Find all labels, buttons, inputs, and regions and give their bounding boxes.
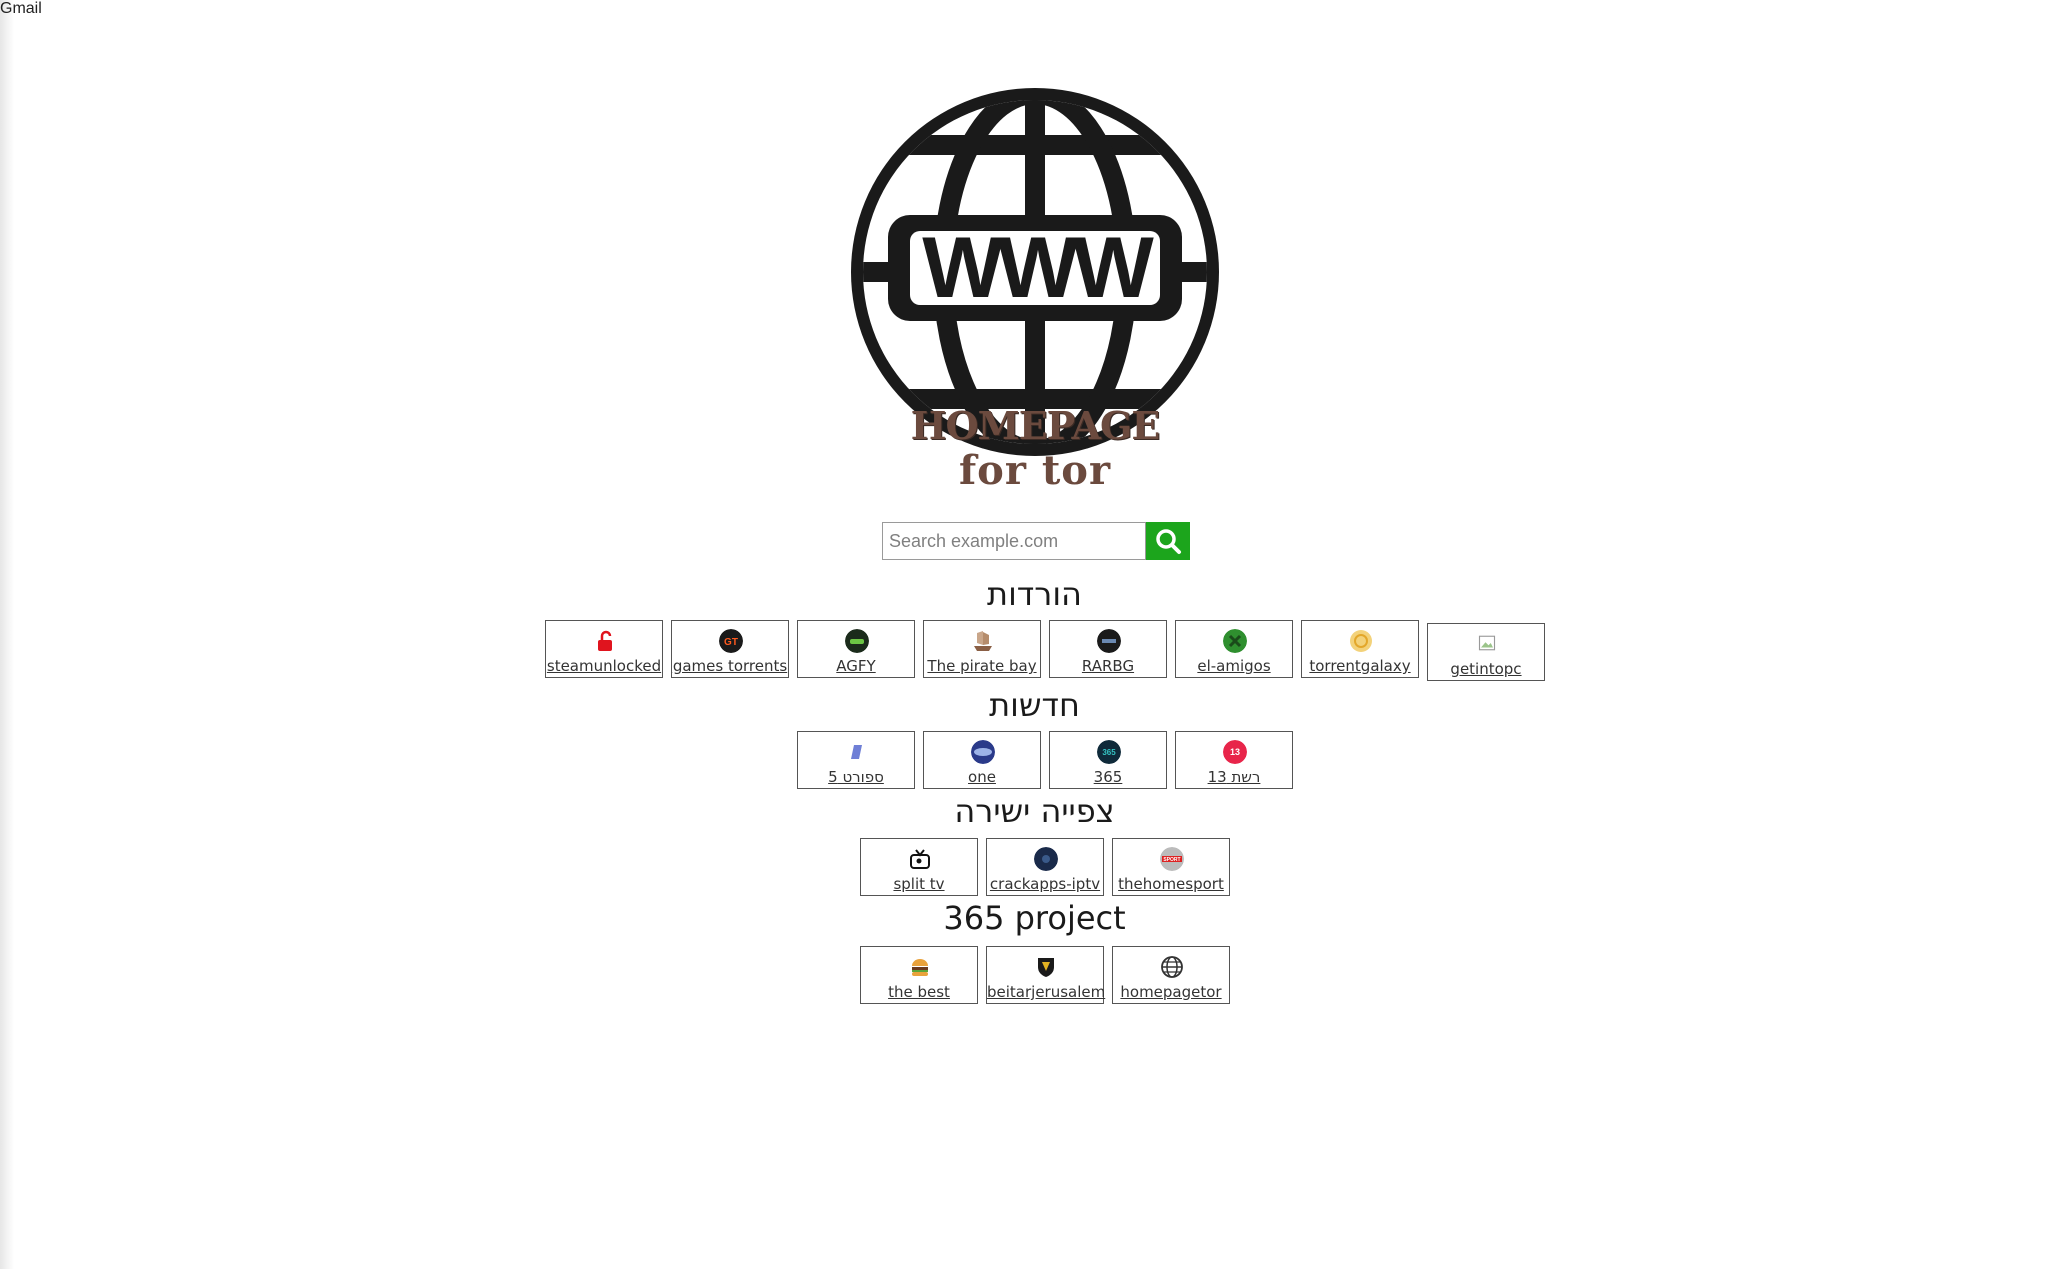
- gmail-link[interactable]: Gmail: [0, 0, 42, 18]
- beitar-shield-icon: [1038, 958, 1054, 977]
- link-tile-steamunlocked[interactable]: steamunlocked: [545, 620, 663, 678]
- search-bar: [882, 522, 1190, 560]
- tile-label: homepagetor: [1120, 983, 1222, 1001]
- tile-label: The pirate bay: [927, 657, 1037, 675]
- section-title-downloads: הורדות: [987, 575, 1082, 613]
- sport-logo-icon: SPORT: [1160, 847, 1184, 871]
- tile-label: getintopc: [1450, 660, 1522, 678]
- link-tile-the-best[interactable]: the best: [860, 946, 978, 1004]
- link-tile-reshet13[interactable]: 13 רשת 13: [1175, 731, 1293, 789]
- tile-label: games torrents: [672, 657, 788, 675]
- tv-icon: [910, 849, 930, 869]
- link-tile-homepagetor[interactable]: homepagetor: [1112, 946, 1230, 1004]
- section-title-365-project: 365 project: [943, 899, 1126, 937]
- tile-label: thehomesport: [1118, 875, 1224, 893]
- link-tile-el-amigos[interactable]: el-amigos: [1175, 620, 1293, 678]
- globe-www-text: WWW: [922, 220, 1154, 316]
- link-tile-split-tv[interactable]: split tv: [860, 838, 978, 896]
- agfy-logo-icon: [845, 629, 869, 653]
- logo-subtitle: for tor: [958, 447, 1112, 494]
- gt-logo-icon: GT: [719, 629, 743, 653]
- link-tile-crackapps-iptv[interactable]: crackapps-iptv: [986, 838, 1104, 896]
- globe-icon: [1161, 956, 1183, 978]
- search-button[interactable]: [1146, 522, 1190, 560]
- tile-label: el-amigos: [1197, 657, 1271, 675]
- svg-text:GT: GT: [724, 637, 738, 648]
- tile-label: ספורט 5: [828, 768, 884, 786]
- link-tile-torrentgalaxy[interactable]: torrentgalaxy: [1301, 620, 1419, 678]
- tile-label: RARBG: [1081, 657, 1135, 675]
- tile-label: steamunlocked: [546, 657, 662, 675]
- tile-label: the best: [888, 983, 950, 1001]
- tile-label: beitarjerusalem: [987, 983, 1106, 1001]
- link-tile-one[interactable]: one: [923, 731, 1041, 789]
- link-tile-365[interactable]: 365 365: [1049, 731, 1167, 789]
- crackapps-logo-icon: [1034, 847, 1058, 871]
- burger-icon: [912, 959, 928, 976]
- tile-label: רשת 13: [1207, 768, 1261, 786]
- link-tile-beitarjerusalem[interactable]: beitarjerusalem: [986, 946, 1106, 1004]
- link-tile-thehomesport[interactable]: SPORT thehomesport: [1112, 838, 1230, 896]
- tile-label: split tv: [893, 875, 945, 893]
- homepage-logo: WWW HOMEPAGE for tor: [848, 85, 1222, 505]
- window-edge-shadow: [0, 0, 14, 1269]
- torrentgalaxy-logo-icon: [1350, 630, 1372, 652]
- tile-label: torrentgalaxy: [1309, 657, 1411, 675]
- search-icon: [1156, 529, 1181, 554]
- section-title-live: צפייה ישירה: [954, 792, 1115, 830]
- tile-label: one: [968, 768, 996, 786]
- reshet13-logo-icon: 13: [1223, 740, 1247, 764]
- svg-text:SPORT: SPORT: [1163, 857, 1180, 863]
- tile-label: crackapps-iptv: [989, 875, 1101, 893]
- pirate-ship-icon: [974, 631, 992, 651]
- section-title-news: חדשות: [989, 686, 1080, 724]
- link-tile-pirate-bay[interactable]: The pirate bay: [923, 620, 1041, 678]
- sport5-logo-icon: [851, 745, 862, 759]
- unlock-icon: [598, 630, 612, 651]
- search-input[interactable]: [882, 522, 1146, 560]
- 365-logo-icon: 365: [1097, 740, 1121, 764]
- one-logo-icon: [971, 740, 995, 764]
- tile-label: 365: [1093, 768, 1123, 786]
- link-tile-games-torrents[interactable]: GT games torrents: [671, 620, 789, 678]
- link-tile-sport5[interactable]: ספורט 5: [797, 731, 915, 789]
- link-tile-rarbg[interactable]: RARBG: [1049, 620, 1167, 678]
- tile-label: AGFY: [836, 657, 876, 675]
- logo-title: HOMEPAGE: [910, 403, 1161, 448]
- link-tile-getintopc[interactable]: getintopc: [1427, 623, 1545, 681]
- broken-image-icon: [1478, 635, 1496, 651]
- svg-text:365: 365: [1102, 748, 1116, 757]
- rarbg-logo-icon: [1097, 629, 1121, 653]
- link-tile-agfy[interactable]: AGFY: [797, 620, 915, 678]
- el-amigos-logo-icon: [1223, 629, 1247, 653]
- svg-text:13: 13: [1230, 747, 1240, 757]
